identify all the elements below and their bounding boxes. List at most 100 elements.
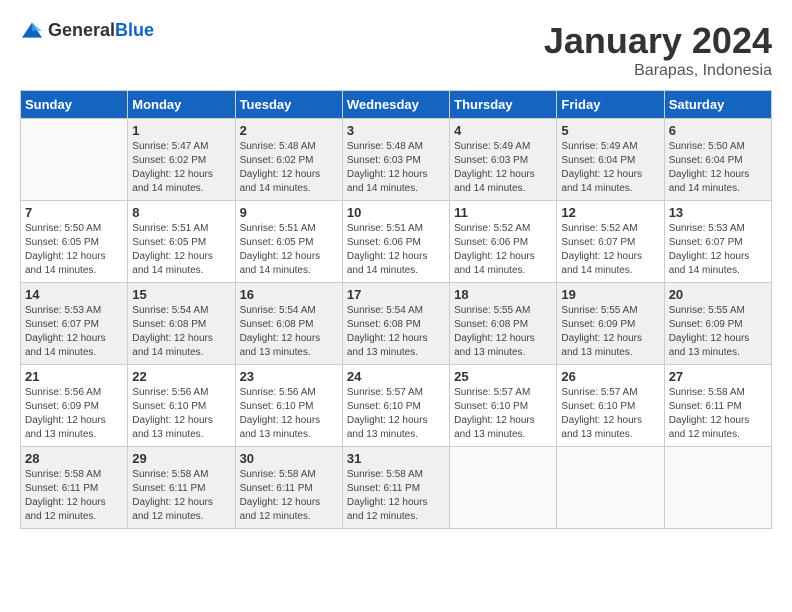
- day-info: Sunrise: 5:55 AM Sunset: 6:08 PM Dayligh…: [454, 304, 552, 360]
- day-info: Sunrise: 5:57 AM Sunset: 6:10 PM Dayligh…: [454, 386, 552, 442]
- calendar-title: January 2024: [544, 20, 772, 62]
- day-info: Sunrise: 5:58 AM Sunset: 6:11 PM Dayligh…: [132, 468, 230, 524]
- calendar-day-cell: 6 Sunrise: 5:50 AM Sunset: 6:04 PM Daylig…: [664, 119, 771, 201]
- weekday-header-wednesday: Wednesday: [342, 91, 449, 119]
- weekday-header-thursday: Thursday: [450, 91, 557, 119]
- day-info: Sunrise: 5:58 AM Sunset: 6:11 PM Dayligh…: [25, 468, 123, 524]
- day-info: Sunrise: 5:52 AM Sunset: 6:06 PM Dayligh…: [454, 222, 552, 278]
- calendar-day-cell: 24Sunrise: 5:57 AM Sunset: 6:10 PM Dayli…: [342, 365, 449, 447]
- day-number: 6: [669, 123, 767, 138]
- calendar-day-cell: 1 Sunrise: 5:47 AM Sunset: 6:02 PM Daylig…: [128, 119, 235, 201]
- calendar-day-cell: 20 Sunrise: 5:55 AM Sunset: 6:09 PM Dayli…: [664, 283, 771, 365]
- calendar-day-cell: 13 Sunrise: 5:53 AM Sunset: 6:07 PM Dayli…: [664, 201, 771, 283]
- day-info: Sunrise: 5:53 AM Sunset: 6:07 PM Dayligh…: [669, 222, 767, 278]
- day-number: 18: [454, 287, 552, 302]
- calendar-day-cell: 18 Sunrise: 5:55 AM Sunset: 6:08 PM Dayli…: [450, 283, 557, 365]
- day-info: Sunrise: 5:48 AM Sunset: 6:03 PM Dayligh…: [347, 140, 445, 196]
- calendar-day-cell: 14 Sunrise: 5:53 AM Sunset: 6:07 PM Dayli…: [21, 283, 128, 365]
- day-info: Sunrise: 5:54 AM Sunset: 6:08 PM Dayligh…: [240, 304, 338, 360]
- logo: GeneralBlue: [20, 20, 154, 41]
- day-info: Sunrise: 5:56 AM Sunset: 6:09 PM Dayligh…: [25, 386, 123, 442]
- calendar-day-cell: 9 Sunrise: 5:51 AM Sunset: 6:05 PM Daylig…: [235, 201, 342, 283]
- day-info: Sunrise: 5:49 AM Sunset: 6:04 PM Dayligh…: [561, 140, 659, 196]
- calendar-day-cell: 29 Sunrise: 5:58 AM Sunset: 6:11 PM Dayli…: [128, 447, 235, 529]
- day-number: 20: [669, 287, 767, 302]
- calendar-day-cell: 22 Sunrise: 5:56 AM Sunset: 6:10 PM Dayli…: [128, 365, 235, 447]
- day-number: 2: [240, 123, 338, 138]
- calendar-day-cell: 27 Sunrise: 5:58 AM Sunset: 6:11 PM Dayli…: [664, 365, 771, 447]
- day-number: 1: [132, 123, 230, 138]
- day-info: Sunrise: 5:47 AM Sunset: 6:02 PM Dayligh…: [132, 140, 230, 196]
- weekday-header-sunday: Sunday: [21, 91, 128, 119]
- calendar-day-cell: 16 Sunrise: 5:54 AM Sunset: 6:08 PM Dayli…: [235, 283, 342, 365]
- day-number: 25: [454, 369, 552, 384]
- calendar-day-cell: 15Sunrise: 5:54 AM Sunset: 6:08 PM Dayli…: [128, 283, 235, 365]
- day-number: 31: [347, 451, 445, 466]
- day-number: 30: [240, 451, 338, 466]
- day-info: Sunrise: 5:58 AM Sunset: 6:11 PM Dayligh…: [240, 468, 338, 524]
- logo-general: General: [48, 20, 115, 40]
- calendar-day-cell: 25 Sunrise: 5:57 AM Sunset: 6:10 PM Dayli…: [450, 365, 557, 447]
- day-info: Sunrise: 5:53 AM Sunset: 6:07 PM Dayligh…: [25, 304, 123, 360]
- day-number: 22: [132, 369, 230, 384]
- day-info: Sunrise: 5:56 AM Sunset: 6:10 PM Dayligh…: [240, 386, 338, 442]
- calendar-day-cell: 8 Sunrise: 5:51 AM Sunset: 6:05 PM Daylig…: [128, 201, 235, 283]
- day-info: Sunrise: 5:58 AM Sunset: 6:11 PM Dayligh…: [347, 468, 445, 524]
- day-info: Sunrise: 5:54 AM Sunset: 6:08 PM Dayligh…: [347, 304, 445, 360]
- day-number: 4: [454, 123, 552, 138]
- logo-blue: Blue: [115, 20, 154, 40]
- day-number: 28: [25, 451, 123, 466]
- day-info: Sunrise: 5:52 AM Sunset: 6:07 PM Dayligh…: [561, 222, 659, 278]
- calendar-day-cell: [664, 447, 771, 529]
- calendar-week-row: 1 Sunrise: 5:47 AM Sunset: 6:02 PM Daylig…: [21, 119, 772, 201]
- calendar-day-cell: 4 Sunrise: 5:49 AM Sunset: 6:03 PM Daylig…: [450, 119, 557, 201]
- calendar-day-cell: 10 Sunrise: 5:51 AM Sunset: 6:06 PM Dayli…: [342, 201, 449, 283]
- weekday-header-friday: Friday: [557, 91, 664, 119]
- day-info: Sunrise: 5:57 AM Sunset: 6:10 PM Dayligh…: [561, 386, 659, 442]
- day-info: Sunrise: 5:58 AM Sunset: 6:11 PM Dayligh…: [669, 386, 767, 442]
- day-number: 12: [561, 205, 659, 220]
- calendar-week-row: 7Sunrise: 5:50 AM Sunset: 6:05 PM Daylig…: [21, 201, 772, 283]
- calendar-day-cell: [557, 447, 664, 529]
- calendar-day-cell: 7Sunrise: 5:50 AM Sunset: 6:05 PM Daylig…: [21, 201, 128, 283]
- calendar-day-cell: 3Sunrise: 5:48 AM Sunset: 6:03 PM Daylig…: [342, 119, 449, 201]
- logo-icon: [20, 21, 44, 41]
- day-info: Sunrise: 5:48 AM Sunset: 6:02 PM Dayligh…: [240, 140, 338, 196]
- day-number: 9: [240, 205, 338, 220]
- header-area: GeneralBlue January 2024 Barapas, Indone…: [20, 20, 772, 80]
- calendar-day-cell: 12 Sunrise: 5:52 AM Sunset: 6:07 PM Dayli…: [557, 201, 664, 283]
- day-number: 17: [347, 287, 445, 302]
- calendar-day-cell: 30 Sunrise: 5:58 AM Sunset: 6:11 PM Dayli…: [235, 447, 342, 529]
- day-number: 15: [132, 287, 230, 302]
- day-info: Sunrise: 5:51 AM Sunset: 6:05 PM Dayligh…: [240, 222, 338, 278]
- calendar-week-row: 21 Sunrise: 5:56 AM Sunset: 6:09 PM Dayli…: [21, 365, 772, 447]
- day-info: Sunrise: 5:56 AM Sunset: 6:10 PM Dayligh…: [132, 386, 230, 442]
- day-info: Sunrise: 5:51 AM Sunset: 6:05 PM Dayligh…: [132, 222, 230, 278]
- day-number: 21: [25, 369, 123, 384]
- day-info: Sunrise: 5:55 AM Sunset: 6:09 PM Dayligh…: [669, 304, 767, 360]
- day-number: 19: [561, 287, 659, 302]
- calendar-day-cell: 31 Sunrise: 5:58 AM Sunset: 6:11 PM Dayli…: [342, 447, 449, 529]
- day-number: 14: [25, 287, 123, 302]
- day-number: 27: [669, 369, 767, 384]
- day-info: Sunrise: 5:49 AM Sunset: 6:03 PM Dayligh…: [454, 140, 552, 196]
- calendar-day-cell: 19 Sunrise: 5:55 AM Sunset: 6:09 PM Dayli…: [557, 283, 664, 365]
- day-number: 13: [669, 205, 767, 220]
- calendar-day-cell: 28 Sunrise: 5:58 AM Sunset: 6:11 PM Dayli…: [21, 447, 128, 529]
- day-info: Sunrise: 5:51 AM Sunset: 6:06 PM Dayligh…: [347, 222, 445, 278]
- title-area: January 2024 Barapas, Indonesia: [544, 20, 772, 80]
- day-number: 10: [347, 205, 445, 220]
- weekday-header-saturday: Saturday: [664, 91, 771, 119]
- day-number: 5: [561, 123, 659, 138]
- day-number: 16: [240, 287, 338, 302]
- day-info: Sunrise: 5:50 AM Sunset: 6:04 PM Dayligh…: [669, 140, 767, 196]
- calendar-day-cell: [21, 119, 128, 201]
- calendar-day-cell: 17 Sunrise: 5:54 AM Sunset: 6:08 PM Dayli…: [342, 283, 449, 365]
- weekday-header-monday: Monday: [128, 91, 235, 119]
- day-number: 8: [132, 205, 230, 220]
- day-number: 11: [454, 205, 552, 220]
- day-info: Sunrise: 5:55 AM Sunset: 6:09 PM Dayligh…: [561, 304, 659, 360]
- day-info: Sunrise: 5:57 AM Sunset: 6:10 PM Dayligh…: [347, 386, 445, 442]
- calendar-table: SundayMondayTuesdayWednesdayThursdayFrid…: [20, 90, 772, 529]
- day-number: 29: [132, 451, 230, 466]
